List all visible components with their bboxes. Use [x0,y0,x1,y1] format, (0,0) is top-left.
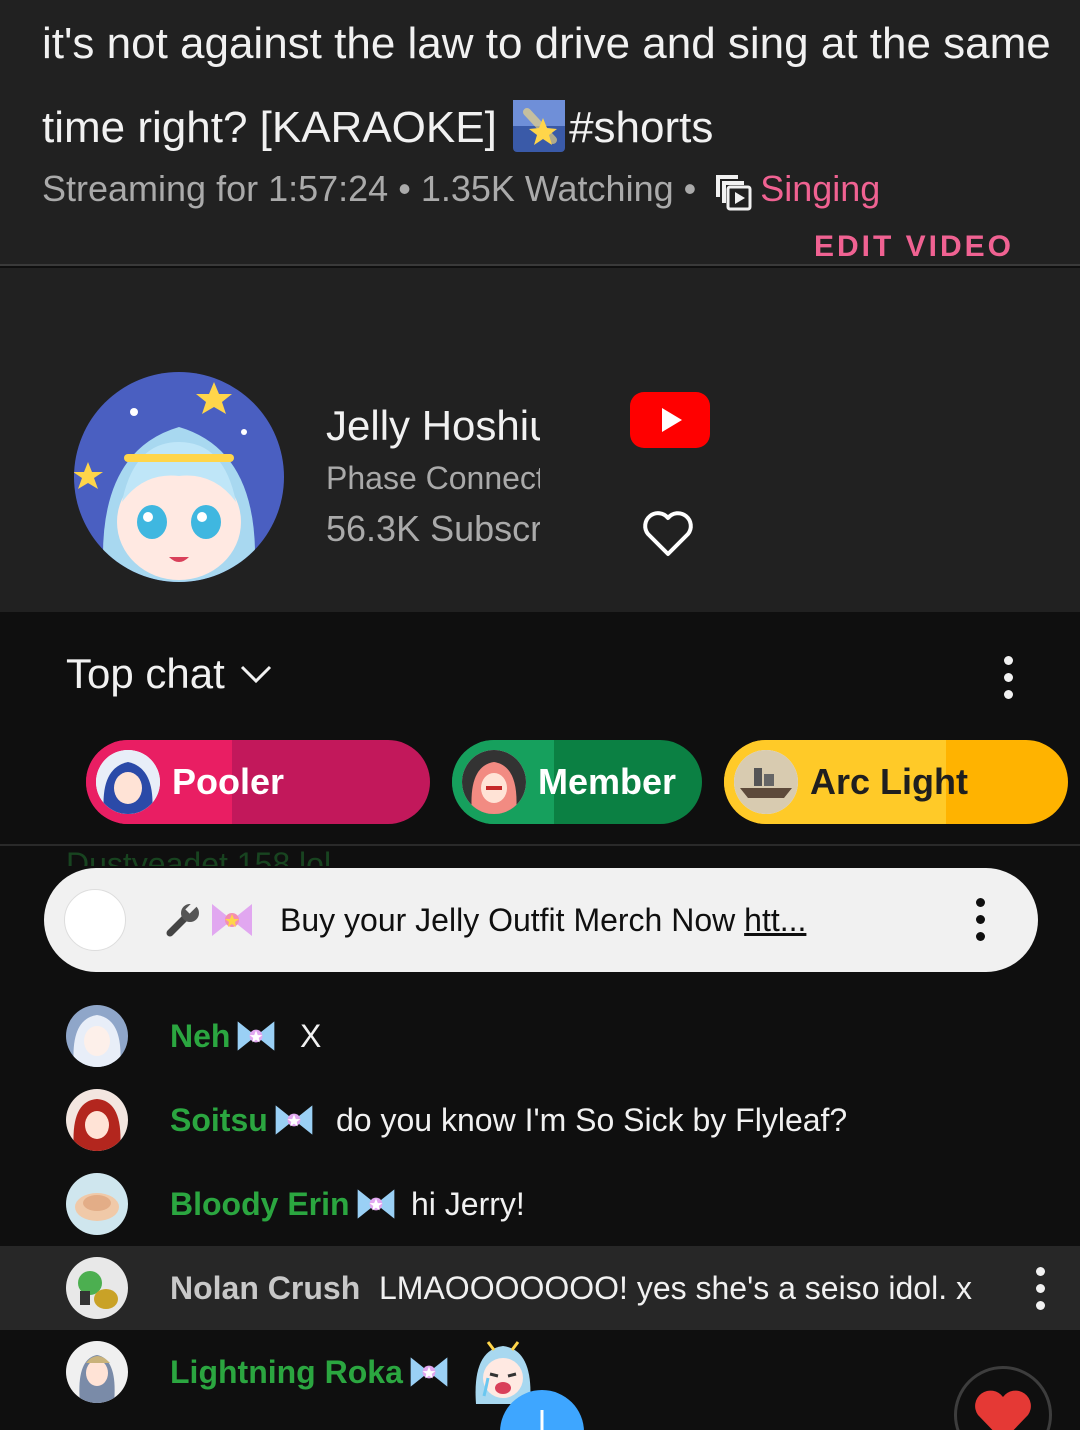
video-hashtag[interactable]: #shorts [569,103,713,152]
stream-duration: Streaming for 1:57:24 [42,168,389,209]
avatar [66,1173,128,1235]
channel-org: Phase Connect [326,460,540,496]
chat-message-selected[interactable]: Nolan Crush LMAOOOOOOO! yes she's a seis… [0,1246,1080,1330]
scrolled-message-fragment: Dustyeadet 158 lol [66,846,332,866]
channel-avatar[interactable] [74,372,284,582]
ribbon-badge-icon [212,904,252,936]
pinned-avatar [64,889,126,951]
chat-mode-label: Top chat [66,650,225,697]
playlist-play-icon [716,175,752,211]
message-text: LMAOOOOOOO! yes she's a seiso idol. x [379,1269,972,1306]
member-badge-icon [410,1357,448,1387]
subscriber-count: 56.3K Subscribers [326,508,540,549]
category-link[interactable]: Singing [760,168,880,209]
pinned-more-icon[interactable] [970,898,990,944]
avatar [66,1089,128,1151]
chip-arc-light-label: Arc Light [810,761,968,802]
heart-outline-icon[interactable] [640,506,696,562]
message-author[interactable]: Nolan Crush [170,1270,360,1307]
chat-more-icon[interactable] [998,656,1018,702]
pinned-text-body: Buy your Jelly Outfit Merch Now [280,901,745,938]
chevron-down-icon [240,665,271,684]
avatar [66,1341,128,1403]
chat-header: Top chat Pooler Member Arc Light [0,612,1080,846]
chat-message[interactable]: Soitsu do you know I'm So Sick by Flylea… [0,1078,1080,1162]
message-author[interactable]: Neh [170,1014,278,1058]
chat-message[interactable]: Bloody Erin hi Jerry! [0,1162,1080,1246]
message-text: hi Jerry! [411,1185,525,1222]
message-author[interactable]: Lightning Roka [170,1350,451,1394]
meta-separator-2: • [683,168,697,209]
message-more-icon[interactable] [1030,1267,1050,1313]
member-badge-icon [357,1189,394,1219]
chip-pooler[interactable]: Pooler [86,740,430,824]
message-text: do you know I'm So Sick by Flyleaf? [336,1101,848,1138]
message-author[interactable]: Bloody Erin [170,1182,398,1226]
chat-list[interactable]: Dustyeadet 158 lol Buy your Jelly Outfit… [0,846,1080,1430]
arrow-down-icon [540,1410,544,1430]
channel-card: Jelly Hoshiumi Phase Connect 56.3K Subsc… [0,268,1080,612]
avatar-pink-hair [462,750,526,814]
chip-arc-light[interactable]: Arc Light [724,740,1068,824]
member-badge-icon [238,1021,275,1051]
avatar [66,1257,128,1319]
avatar-blue-hair [96,750,160,814]
shooting-star-icon [513,100,566,152]
member-badge-icon [275,1105,313,1135]
pinned-link[interactable]: htt... [744,902,806,938]
video-info: it's not against the law to drive and si… [0,0,1080,266]
chip-pooler-label: Pooler [172,761,285,802]
video-title: it's not against the law to drive and si… [42,2,1052,170]
chip-member[interactable]: Member [452,740,702,824]
message-author[interactable]: Soitsu [170,1098,316,1142]
video-meta: Streaming for 1:57:24 • 1.35K Watching • Si… [42,168,880,211]
red-heart-icon [975,1390,1031,1430]
ship-icon [734,750,798,814]
message-text: X [300,1017,322,1054]
meta-separator: • [398,168,411,209]
wrench-icon [166,902,199,937]
channel-name[interactable]: Jelly Hoshiumi [326,402,540,450]
pinned-text: Buy your Jelly Outfit Merch Now htt... [280,902,806,939]
watching-count: 1.35K Watching [420,168,674,209]
chip-member-label: Member [538,761,677,802]
youtube-icon[interactable] [630,392,710,448]
edit-video-button[interactable]: EDIT VIDEO [814,230,1014,264]
pinned-badges [164,898,256,942]
pinned-message[interactable]: Buy your Jelly Outfit Merch Now htt... [44,868,1038,972]
chat-mode-dropdown[interactable]: Top chat [66,650,273,698]
chat-message[interactable]: Neh X [0,994,1080,1078]
avatar [66,1005,128,1067]
